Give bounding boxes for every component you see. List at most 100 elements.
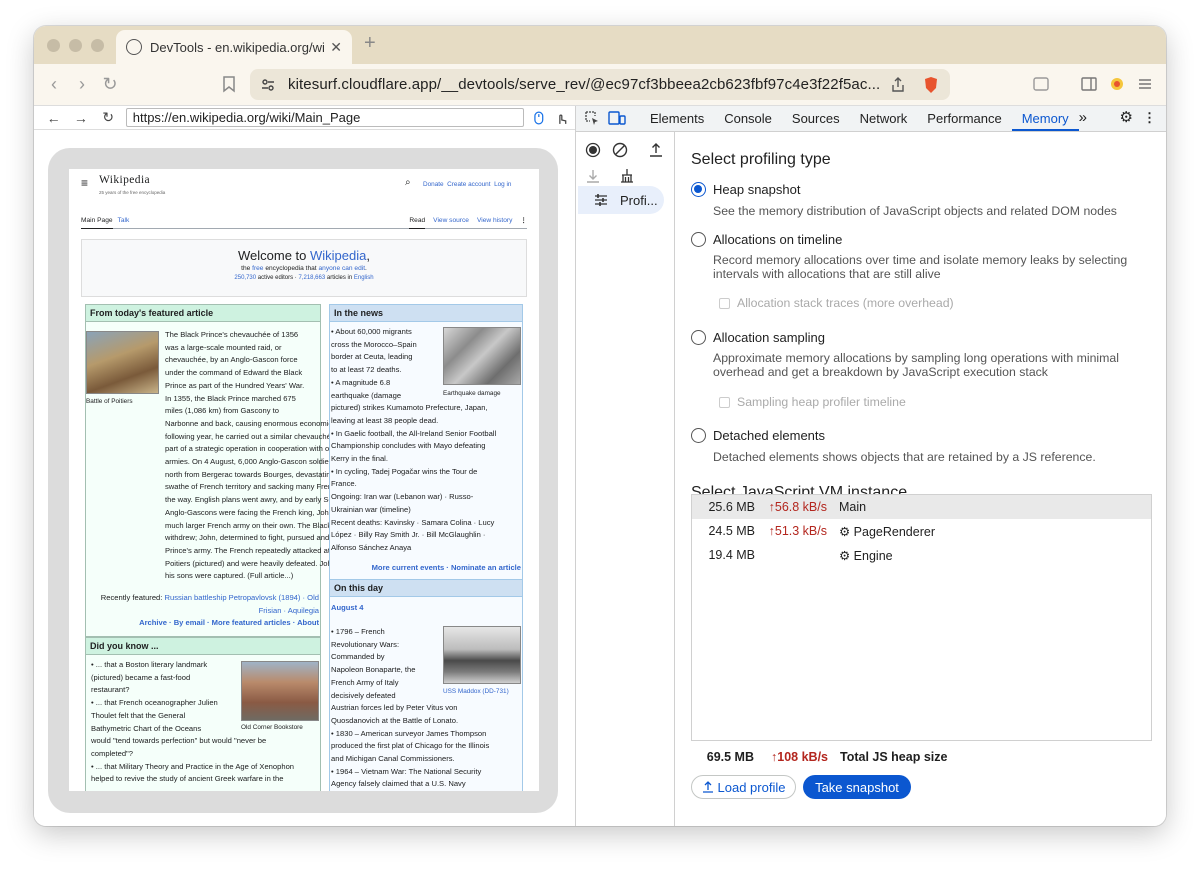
news-item-line: earthquake (damage xyxy=(331,390,402,400)
wikipedia-logo[interactable]: Wikipedia xyxy=(99,174,150,187)
otd-item-line: Revolutionary Wars: xyxy=(331,639,400,649)
radio-heap-snapshot[interactable] xyxy=(691,182,706,197)
window-close-light[interactable] xyxy=(47,39,60,52)
login-link[interactable]: Log in xyxy=(494,181,511,188)
otd-item-line: Napoleon Bonaparte, the xyxy=(331,665,416,675)
forward-icon[interactable]: › xyxy=(68,74,96,95)
tab-sources[interactable]: Sources xyxy=(782,111,850,131)
articles-link[interactable]: 7,218,663 xyxy=(298,275,325,281)
otd-date[interactable]: August 4 xyxy=(331,602,364,615)
tab-network[interactable]: Network xyxy=(850,111,918,131)
device-toolbar-icon[interactable] xyxy=(608,110,626,126)
reader-icon[interactable] xyxy=(1032,75,1050,93)
record-icon[interactable] xyxy=(585,142,601,158)
total-size: 69.5 MB xyxy=(706,750,754,764)
settings-icon[interactable]: ⚙ xyxy=(1110,108,1143,131)
news-footer-links[interactable]: More current events · Nominate an articl… xyxy=(331,562,521,575)
more-tabs-icon[interactable]: » xyxy=(1079,109,1097,131)
brave-shield-icon[interactable] xyxy=(922,76,940,94)
dyk-item-line: • ... that Military Theory and Practice … xyxy=(91,761,295,771)
memory-main: Select profiling type Heap snapshot See … xyxy=(691,132,1161,826)
tab-memory[interactable]: Memory xyxy=(1011,111,1079,131)
more-icon[interactable]: ⋮ xyxy=(520,215,527,228)
featured-text-line: Narbonne and back, causing enormous econ… xyxy=(165,418,379,428)
forward-icon[interactable]: → xyxy=(67,110,94,126)
option-allocations-timeline[interactable]: Allocations on timeline xyxy=(691,232,842,247)
featured-text-line: The Black Prince's chevauchée of 1356 xyxy=(165,330,299,339)
recent-featured-link-2[interactable]: Frisian · Aquilegia xyxy=(87,605,319,618)
rewards-icon[interactable] xyxy=(1108,75,1126,93)
featured-text-line: miles (1,086 km) from Gascony to xyxy=(165,406,279,416)
tab-main-page[interactable]: Main Page xyxy=(81,215,113,229)
free-link[interactable]: free xyxy=(252,265,263,272)
tab-read[interactable]: Read xyxy=(409,215,426,229)
dyk-header: Did you know ... xyxy=(85,637,321,655)
featured-footer-links[interactable]: Archive · By email · More featured artic… xyxy=(87,617,319,630)
browser-tab[interactable]: DevTools - en.wikipedia.org/wiki ✕ xyxy=(116,30,352,64)
back-icon[interactable]: ‹ xyxy=(40,74,68,95)
touch-icon[interactable] xyxy=(555,111,569,125)
menu-icon[interactable] xyxy=(1136,75,1154,93)
window-zoom-light[interactable] xyxy=(91,39,104,52)
tab-view-history[interactable]: View history xyxy=(477,215,512,228)
new-tab-icon[interactable]: + xyxy=(364,32,376,55)
emulated-toolbar: ← → ↻ https://en.wikipedia.org/wiki/Main… xyxy=(34,106,575,130)
back-icon[interactable]: ← xyxy=(40,110,67,126)
option-allocations-timeline-desc: Record memory allocations over time and … xyxy=(713,253,1128,281)
donate-link[interactable]: Donate xyxy=(423,181,444,188)
tab-console[interactable]: Console xyxy=(714,111,782,131)
more-options-icon[interactable]: ⋮ xyxy=(1143,110,1166,131)
vm-row-main[interactable]: 25.6 MB ↑56.8 kB/s Main xyxy=(692,495,1151,519)
welcome-banner: Welcome to Wikipedia, the free encyclope… xyxy=(81,239,527,297)
featured-text-line: the way. English plans went awry, and by… xyxy=(165,495,374,505)
bookmark-icon[interactable] xyxy=(220,75,238,93)
otd-item-line: Agency falsely claimed that a U.S. Navy xyxy=(331,779,466,789)
create-account-link[interactable]: Create account xyxy=(447,181,490,188)
tab-view-source[interactable]: View source xyxy=(433,215,469,228)
battle-of-poitiers-image[interactable] xyxy=(86,331,159,394)
vm-row-engine[interactable]: 19.4 MB ⚙ Engine xyxy=(692,543,1151,567)
tab-elements[interactable]: Elements xyxy=(640,111,714,131)
top-links: Donate Create account Log in xyxy=(423,179,512,192)
option-allocation-sampling[interactable]: Allocation sampling xyxy=(691,330,825,345)
tab-talk[interactable]: Talk xyxy=(118,215,130,228)
radio-allocations-timeline[interactable] xyxy=(691,232,706,247)
site-settings-icon[interactable] xyxy=(260,77,276,93)
load-profile-button[interactable]: Load profile xyxy=(691,775,796,799)
dyk-item-line: Thoulet felt that the General xyxy=(91,710,186,720)
tab-close-icon[interactable]: ✕ xyxy=(330,39,342,56)
dyk-item-line: Bathymetric Chart of the Oceans xyxy=(91,723,202,733)
reload-icon[interactable]: ↻ xyxy=(96,74,124,95)
editors-link[interactable]: 250,730 xyxy=(234,275,256,281)
clear-icon[interactable] xyxy=(612,142,628,158)
otd-item-line: Commanded by xyxy=(331,652,385,662)
featured-text-line: north from Bergerac towards Bourges, dev… xyxy=(165,469,359,479)
upload-icon[interactable] xyxy=(648,142,664,158)
search-icon[interactable]: ⌕ xyxy=(405,177,411,190)
garbage-collect-icon[interactable] xyxy=(619,168,635,184)
vm-row-pagerenderer[interactable]: 24.5 MB ↑51.3 kB/s ⚙ PageRenderer xyxy=(692,519,1151,543)
wikipedia-link[interactable]: Wikipedia xyxy=(310,248,366,263)
tab-performance[interactable]: Performance xyxy=(917,111,1011,131)
news-item-line: Recent deaths: Kavinsky · Samara Colina … xyxy=(331,517,495,527)
mouse-icon[interactable] xyxy=(532,111,546,125)
emulated-url-field[interactable]: https://en.wikipedia.org/wiki/Main_Page xyxy=(125,108,524,127)
news-item-line: Kerry in the final. xyxy=(331,454,388,464)
take-snapshot-button[interactable]: Take snapshot xyxy=(803,775,911,799)
option-detached-elements[interactable]: Detached elements xyxy=(691,428,825,443)
anyone-can-edit-link[interactable]: anyone can edit xyxy=(318,265,365,272)
radio-allocation-sampling[interactable] xyxy=(691,330,706,345)
sidebar-icon[interactable] xyxy=(1080,75,1098,93)
english-link[interactable]: English xyxy=(354,275,374,281)
inspect-icon[interactable] xyxy=(584,110,600,126)
radio-detached-elements[interactable] xyxy=(691,428,706,443)
hamburger-icon[interactable]: ≡ xyxy=(81,177,88,190)
recent-featured-link-1[interactable]: Russian battleship Petropavlovsk (1894) … xyxy=(165,593,319,602)
sidebar-item-profiles[interactable]: Profi... xyxy=(578,186,664,214)
devtools-tabbar: Elements Console Sources Network Perform… xyxy=(576,106,1166,132)
option-heap-snapshot[interactable]: Heap snapshot xyxy=(691,182,800,197)
address-bar[interactable]: kitesurf.cloudflare.app/__devtools/serve… xyxy=(250,69,950,100)
share-icon[interactable] xyxy=(890,76,906,93)
window-minimize-light[interactable] xyxy=(69,39,82,52)
reload-icon[interactable]: ↻ xyxy=(95,109,122,126)
